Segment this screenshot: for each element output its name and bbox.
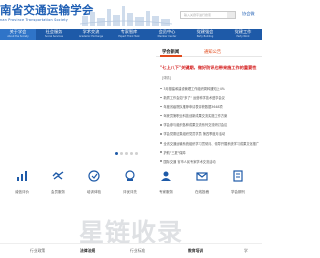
- carousel-dot[interactable]: [135, 152, 138, 155]
- logo-subtitle: nan Province Transportation Society: [0, 18, 68, 22]
- carousel-dot[interactable]: [115, 152, 118, 155]
- nav-item-party-building[interactable]: 党建强会 Party Building: [186, 29, 224, 40]
- nav-sublabel: Member Center: [157, 35, 177, 38]
- nav-item-party-work[interactable]: 党建工作 Party Work: [224, 29, 262, 40]
- carousel-dot[interactable]: [130, 152, 133, 155]
- quick-link-label: 评优评先: [123, 190, 137, 194]
- nav-sublabel: Party Work: [236, 35, 250, 38]
- footer-link-laws[interactable]: 法律法规: [80, 248, 95, 254]
- quick-link-label: 专家服务: [159, 190, 173, 194]
- mail-icon: [196, 172, 208, 181]
- list-item[interactable]: 年度省级院队推荐申请表评获数据3648项: [160, 103, 262, 112]
- nav-sublabel: About the Society: [7, 35, 29, 38]
- nav-sublabel: Expert Think Tank: [118, 35, 140, 38]
- footer-links: 行业政策 法律法规 行业标准 教育培训 学: [0, 243, 262, 258]
- quick-link-journal[interactable]: 学会期刊: [220, 166, 256, 206]
- carousel-dot[interactable]: [120, 152, 123, 155]
- quick-link-label: 在线投稿: [195, 190, 209, 194]
- list-item[interactable]: 全省交通运输系统组织学习贯彻月、领导开展系统学习成果文化推广: [160, 140, 262, 149]
- expert-icon: [161, 171, 171, 181]
- news-list: 3月基建和建设管理工作组织周转通知上4% 新质工作会如"多了" 运营科学技术盛享…: [160, 85, 262, 176]
- list-item[interactable]: 新质工作会如"多了" 运营科学技术盛享会议: [160, 94, 262, 103]
- footer-link-standards[interactable]: 行业标准: [130, 248, 145, 254]
- quick-link-label: 会员服务: [51, 190, 65, 194]
- carousel-dot[interactable]: [125, 152, 128, 155]
- book-icon: [88, 170, 100, 182]
- tab-active-indicator: [160, 55, 182, 57]
- search-icon[interactable]: [227, 12, 235, 18]
- footer-link-more[interactable]: 学: [244, 248, 248, 254]
- quick-link-experts[interactable]: 专家服务: [148, 166, 184, 206]
- search-placeholder: 输入关键字进行搜索: [184, 13, 212, 17]
- headline-details-link[interactable]: [详情]: [162, 75, 171, 80]
- list-item[interactable]: 驾驶员第职业科技创新成果交流实施工作方案: [160, 112, 262, 121]
- quick-link-label: 诚信评价: [15, 190, 29, 194]
- journal-icon: [233, 170, 243, 182]
- hero-carousel[interactable]: [0, 40, 148, 158]
- nav-item-about[interactable]: 关于学会 About the Society: [0, 29, 36, 40]
- nav-item-services[interactable]: 社会服务 Social Services: [36, 29, 72, 40]
- quick-link-label: 培训体验: [87, 190, 101, 194]
- nav-sublabel: Party Building: [196, 35, 214, 38]
- handshake-icon: [52, 171, 64, 180]
- quick-link-credit[interactable]: 诚信评价: [4, 166, 40, 206]
- headline-link[interactable]: "七上八下"关键期，做好防讯也带来施工作的重要性: [160, 65, 257, 71]
- list-item[interactable]: 护航"三夏"保障: [160, 149, 262, 158]
- nav-item-experts[interactable]: 专家智库 Expert Think Tank: [110, 29, 148, 40]
- nav-sublabel: Academic Exchange: [78, 35, 104, 38]
- nav-item-academic[interactable]: 学术交流 Academic Exchange: [72, 29, 110, 40]
- news-panel: 学会新闻 通知公告 "七上八下"关键期，做好防讯也带来施工作的重要性 [详情] …: [148, 42, 262, 173]
- list-item[interactable]: 3月基建和建设管理工作组织周转通知上4%: [160, 85, 262, 94]
- footer-link-policy[interactable]: 行业政策: [30, 248, 45, 254]
- nav-item-members[interactable]: 会员中心 Member Center: [148, 29, 186, 40]
- chart-icon: [17, 171, 27, 181]
- quick-link-training[interactable]: 培训体验: [76, 166, 112, 206]
- nav-sublabel: Social Services: [45, 35, 63, 38]
- quick-links: 诚信评价 会员服务 培训体验 评优评先 专家服务 在线投稿 学会期刊: [0, 166, 262, 210]
- list-item[interactable]: 学会党委征集组织党员学员 第四季度月活动: [160, 130, 262, 139]
- city-skyline-graphic: [80, 6, 172, 26]
- wechat-link[interactable]: 协会微: [242, 11, 255, 17]
- quick-link-member-service[interactable]: 会员服务: [40, 166, 76, 206]
- quick-link-submit[interactable]: 在线投稿: [184, 166, 220, 206]
- quick-link-awards[interactable]: 评优评先: [112, 166, 148, 206]
- quick-link-label: 学会期刊: [231, 190, 245, 194]
- footer-link-education[interactable]: 教育培训: [188, 248, 203, 254]
- tab-notices[interactable]: 通知公告: [204, 49, 221, 55]
- list-item[interactable]: 学会参与组织各种成果交流系列交流研讨会议: [160, 121, 262, 130]
- main-nav: 关于学会 About the Society 社会服务 Social Servi…: [0, 29, 262, 40]
- site-header: 南省交通运输学会 nan Province Transportation Soc…: [0, 0, 262, 29]
- medal-icon: [125, 170, 135, 181]
- search-box[interactable]: 输入关键字进行搜索: [180, 11, 236, 19]
